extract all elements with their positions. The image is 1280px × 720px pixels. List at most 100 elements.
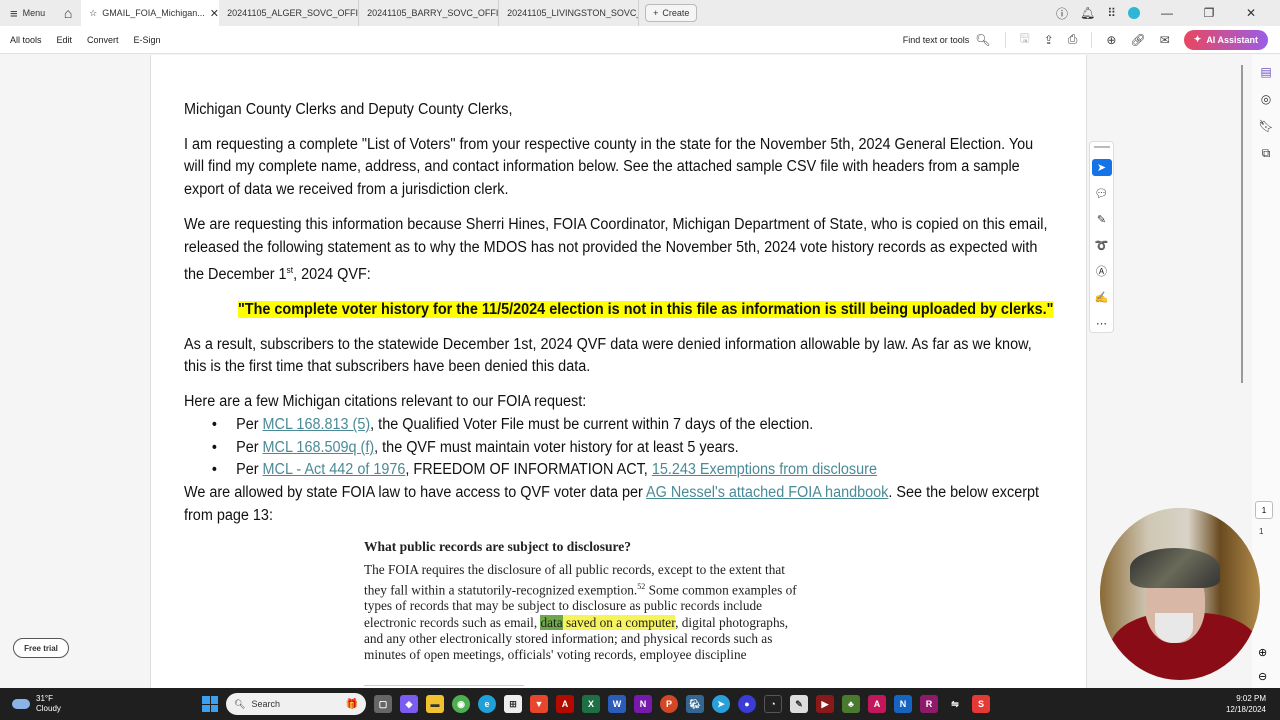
link-foia-handbook[interactable]: AG Nessel's attached FOIA handbook [646, 484, 888, 501]
menu-label: Menu [22, 8, 46, 18]
app-circle-icon[interactable]: ● [738, 695, 756, 713]
word-icon[interactable]: W [608, 695, 626, 713]
all-tools-menu[interactable]: All tools [10, 35, 42, 45]
excerpt-line: they fall within a statutorily-recognize… [364, 579, 884, 599]
esign-menu[interactable]: E-Sign [134, 35, 161, 45]
weather-widget[interactable]: 31°F Cloudy [0, 694, 200, 714]
tab-gmail-foia[interactable]: ☆ GMAIL_FOIA_Michigan... ✕ [81, 0, 220, 26]
bookmark-icon[interactable]: 🔖︎ [1258, 119, 1273, 133]
vertical-scrollbar[interactable] [1241, 65, 1243, 383]
excerpt-line: and any other electronically stored info… [364, 630, 773, 646]
tab-alger[interactable]: 20241105_ALGER_SOVC_OFFIC... [219, 0, 360, 26]
bell-icon[interactable]: 🔔︎ [1080, 6, 1095, 20]
system-clock[interactable]: 9:02 PM 12/18/2024 [1226, 693, 1280, 715]
link-icon[interactable]: 🔗︎ [1130, 33, 1145, 47]
sign-tool-icon[interactable]: ✍ [1092, 289, 1112, 306]
taskbar-search[interactable]: 🔍︎ Search 🎁 [226, 693, 366, 715]
webcam-overlay [1100, 508, 1260, 680]
ai-assistant-button[interactable]: ✦ AI Assistant [1183, 29, 1268, 50]
paragraph-reason: We are requesting this information becau… [184, 214, 1049, 287]
search-icon: 🔍︎ [975, 32, 991, 47]
movie-maker-icon[interactable]: ▶ [816, 695, 834, 713]
s-app-icon[interactable]: S [972, 695, 990, 713]
excerpt-line: electronic records such as email, data s… [364, 614, 884, 631]
ai-sparkle-icon: ✦ [1193, 34, 1202, 44]
drag-handle[interactable] [1093, 146, 1110, 148]
paragraph-foia-handbook: We are allowed by state FOIA law to have… [184, 482, 1049, 527]
onenote-icon[interactable]: N [634, 695, 652, 713]
tab-livingston[interactable]: 20241105_LIVINGSTON_SOVC_... [499, 0, 640, 26]
telegram-icon[interactable]: ➤ [712, 695, 730, 713]
search-highlight-icon: 🎁 [345, 698, 358, 710]
settings-sliders-icon[interactable]: ⇋ [946, 695, 964, 713]
close-tab-icon[interactable]: ✕ [210, 7, 219, 20]
text-select-tool-icon[interactable]: Ⓐ [1092, 263, 1112, 280]
find-tools-search[interactable]: Find text or tools 🔍︎ [903, 33, 991, 47]
access-icon[interactable]: A [868, 695, 886, 713]
excerpt-text: Some common examples of [645, 582, 797, 598]
excerpt-text: electronic records such as email, [364, 614, 541, 630]
document-page[interactable]: Michigan County Clerks and Deputy County… [150, 55, 1087, 688]
menu-button[interactable]: ≡ Menu [0, 0, 55, 26]
weather-desc: Cloudy [36, 704, 61, 713]
select-tool-icon[interactable]: ➤ [1091, 158, 1112, 176]
link-mcl-168-813[interactable]: MCL 168.813 (5) [263, 416, 371, 433]
share-user-icon[interactable]: ⊕ [1106, 33, 1116, 47]
excerpt-title: What public records are subject to discl… [364, 539, 631, 554]
edit-menu[interactable]: Edit [57, 35, 73, 45]
divider [1004, 31, 1006, 48]
handbook-text: We are allowed by state FOIA law to have… [184, 484, 647, 501]
pages-icon[interactable]: ⧉ [1262, 146, 1271, 161]
paragraph-request: I am requesting a complete "List of Vote… [184, 135, 1034, 199]
draw-tool-icon[interactable]: ✎ [1092, 211, 1112, 228]
more-tools-icon[interactable]: ⋯ [1092, 315, 1112, 332]
chrome-icon[interactable]: ◉ [452, 695, 470, 713]
notepad-icon[interactable]: ✎ [790, 695, 808, 713]
minimize-icon[interactable]: — [1152, 6, 1182, 20]
windows-start-icon[interactable] [202, 696, 218, 712]
create-label: Create [662, 8, 690, 18]
citation-text: , the Qualified Voter File must be curre… [370, 415, 814, 433]
ai-summary-icon[interactable]: ▤ [1260, 65, 1271, 79]
edge-icon[interactable]: e [478, 695, 496, 713]
comment-tool-icon[interactable]: 💬︎ [1092, 185, 1112, 202]
help-icon[interactable]: ⓘ [1056, 5, 1068, 22]
home-icon[interactable]: ⌂ [55, 5, 81, 21]
create-button[interactable]: + Create [645, 4, 698, 22]
postgres-icon[interactable]: 🐘︎ [686, 695, 704, 713]
email-icon[interactable]: ✉ [1160, 33, 1170, 47]
task-view-icon[interactable]: ▢ [374, 695, 392, 713]
tree-app-icon[interactable]: ♣ [842, 695, 860, 713]
convert-menu[interactable]: Convert [87, 35, 119, 45]
r-app-icon[interactable]: R [920, 695, 938, 713]
print-icon[interactable]: ⎙ [1068, 32, 1078, 47]
restore-icon[interactable]: ❐ [1194, 6, 1224, 20]
comments-icon[interactable]: ◎ [1261, 92, 1271, 106]
store-icon[interactable]: ⊞ [504, 695, 522, 713]
link-mcl-168-509q[interactable]: MCL 168.509q (f) [263, 439, 375, 456]
star-icon[interactable]: ☆ [89, 8, 97, 19]
upload-icon[interactable]: ⇪ [1044, 33, 1054, 47]
file-explorer-icon[interactable]: ▬ [426, 695, 444, 713]
tab-label: GMAIL_FOIA_Michigan... [102, 8, 205, 18]
lasso-tool-icon[interactable]: ➰ [1092, 237, 1112, 254]
profile-avatar[interactable] [1128, 7, 1140, 19]
link-15-243-exemptions[interactable]: 15.243 Exemptions from disclosure [652, 461, 877, 478]
link-act-442[interactable]: MCL - Act 442 of 1976 [263, 461, 406, 478]
close-window-icon[interactable]: ✕ [1236, 6, 1266, 20]
acrobat-icon[interactable]: A [556, 695, 574, 713]
free-trial-button[interactable]: Free trial [13, 638, 69, 658]
copilot-icon[interactable]: ◆ [400, 695, 418, 713]
plus-icon: + [653, 8, 659, 18]
apps-icon[interactable]: ⠿ [1107, 6, 1116, 20]
tab-bar: ≡ Menu ⌂ ☆ GMAIL_FOIA_Michigan... ✕ 2024… [0, 0, 1280, 26]
powerpoint-icon[interactable]: P [660, 695, 678, 713]
tab-label: 20241105_BARRY_SOVC_OFFIC... [367, 8, 500, 18]
speedometer-icon[interactable]: ◔ [764, 695, 782, 713]
save-icon[interactable]: 🖫 [1020, 29, 1030, 50]
n-app-icon[interactable]: N [894, 695, 912, 713]
tab-barry[interactable]: 20241105_BARRY_SOVC_OFFIC... [359, 0, 500, 26]
excel-icon[interactable]: X [582, 695, 600, 713]
brave-icon[interactable]: ▼ [530, 695, 548, 713]
paragraph-result: As a result, subscribers to the statewid… [184, 335, 1032, 376]
